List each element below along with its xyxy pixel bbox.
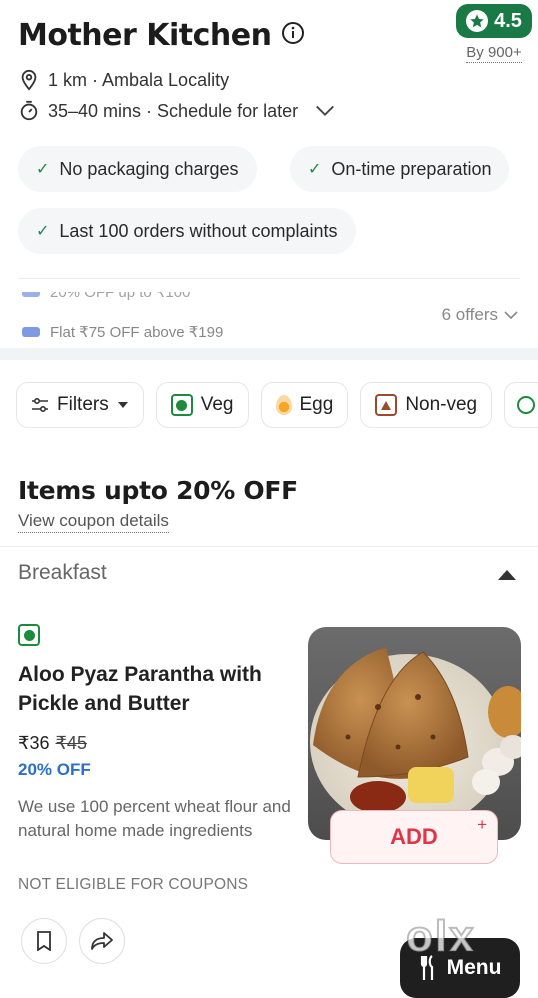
offers-count-link[interactable]: 6 offers	[442, 305, 518, 325]
delivery-time-row[interactable]: 35–40 mins · Schedule for later	[18, 100, 340, 122]
check-icon: ✓	[36, 161, 50, 178]
timer-icon	[20, 100, 38, 121]
info-icon[interactable]	[281, 21, 305, 50]
rating-badge[interactable]: 4.5	[456, 4, 532, 38]
add-button[interactable]: ADD +	[330, 810, 498, 864]
category-name[interactable]: Breakfast	[18, 561, 107, 585]
divider	[0, 546, 538, 547]
non-veg-label: Non-veg	[405, 394, 478, 415]
egg-label: Egg	[299, 394, 334, 415]
star-icon	[466, 10, 489, 32]
offer-tag-icon	[22, 292, 40, 297]
veg-icon	[170, 394, 193, 416]
item-name: Aloo Pyaz Parantha with Pickle and Butte…	[18, 663, 262, 715]
offer-item[interactable]: Flat ₹75 OFF above ₹199	[22, 323, 223, 341]
ring-icon	[517, 396, 536, 414]
veg-filter[interactable]: Veg	[155, 382, 249, 428]
location-row: 1 km · Ambala Locality	[18, 69, 229, 91]
veg-label: Veg	[200, 394, 234, 415]
item-old-price: ₹45	[55, 733, 87, 753]
add-label: ADD	[390, 824, 438, 849]
offer-item[interactable]: 20% OFF up to ₹100	[22, 284, 191, 301]
feature-chip-preparation: ✓ On-time preparation	[290, 146, 510, 192]
sliders-icon	[32, 397, 48, 413]
check-icon: ✓	[308, 161, 322, 178]
offer-tag-icon	[22, 327, 40, 337]
share-button[interactable]	[79, 918, 125, 964]
check-icon: ✓	[36, 223, 50, 240]
feature-chip-complaints: ✓ Last 100 orders without complaints	[18, 208, 356, 254]
chevron-down-icon[interactable]	[310, 100, 340, 122]
view-coupon-link[interactable]: View coupon details	[18, 511, 169, 533]
distance-locality: 1 km · Ambala Locality	[48, 69, 230, 90]
delivery-time[interactable]: 35–40 mins · Schedule for later	[48, 101, 298, 122]
rating-block[interactable]: 4.5 By 900+	[456, 4, 532, 63]
egg-icon	[275, 395, 292, 415]
chevron-down-icon	[504, 311, 518, 320]
item-price: ₹36	[18, 733, 50, 753]
feature-label: Last 100 orders without complaints	[59, 220, 338, 241]
collapse-caret-icon[interactable]	[498, 570, 516, 580]
feature-chip-packaging: ✓ No packaging charges	[18, 146, 257, 192]
offer-text: 20% OFF up to ₹100	[50, 284, 191, 301]
share-icon	[91, 932, 113, 950]
plus-icon: +	[477, 815, 487, 834]
more-filter[interactable]	[504, 382, 538, 428]
bookmark-icon	[37, 931, 51, 951]
item-image[interactable]	[308, 627, 521, 840]
item-discount: 20% OFF	[18, 760, 91, 779]
non-veg-filter[interactable]: Non-veg	[360, 382, 493, 428]
item-description: We use 100 percent wheat flour and natur…	[18, 797, 291, 840]
coupon-eligibility-note: NOT ELIGIBLE FOR COUPONS	[18, 876, 249, 893]
olx-watermark: olx	[405, 911, 476, 962]
offer-text: Flat ₹75 OFF above ₹199	[50, 324, 224, 341]
filters-label: Filters	[57, 394, 109, 415]
filters-button[interactable]: Filters	[16, 382, 144, 428]
section-divider	[0, 348, 538, 360]
filter-bar: Filters Veg Egg Non-veg	[16, 382, 538, 428]
restaurant-name: Mother Kitchen	[18, 18, 272, 53]
offers-carousel[interactable]: 20% OFF up to ₹100 Flat ₹75 OFF above ₹1…	[18, 278, 520, 342]
offers-count: 6 offers	[441, 305, 498, 324]
bookmark-button[interactable]	[21, 918, 67, 964]
rating-value: 4.5	[494, 9, 522, 32]
item-price-row: ₹36 ₹45	[18, 733, 87, 754]
restaurant-header: Mother Kitchen	[18, 18, 516, 53]
egg-filter[interactable]: Egg	[260, 382, 349, 428]
feature-label: No packaging charges	[59, 158, 239, 179]
caret-down-icon	[117, 402, 128, 408]
feature-label: On-time preparation	[331, 158, 492, 179]
non-veg-icon	[375, 394, 398, 416]
section-title: Items upto 20% OFF	[18, 476, 298, 505]
rating-count[interactable]: By 900+	[466, 44, 522, 63]
location-pin-icon	[21, 69, 37, 91]
veg-indicator-icon	[18, 624, 40, 646]
